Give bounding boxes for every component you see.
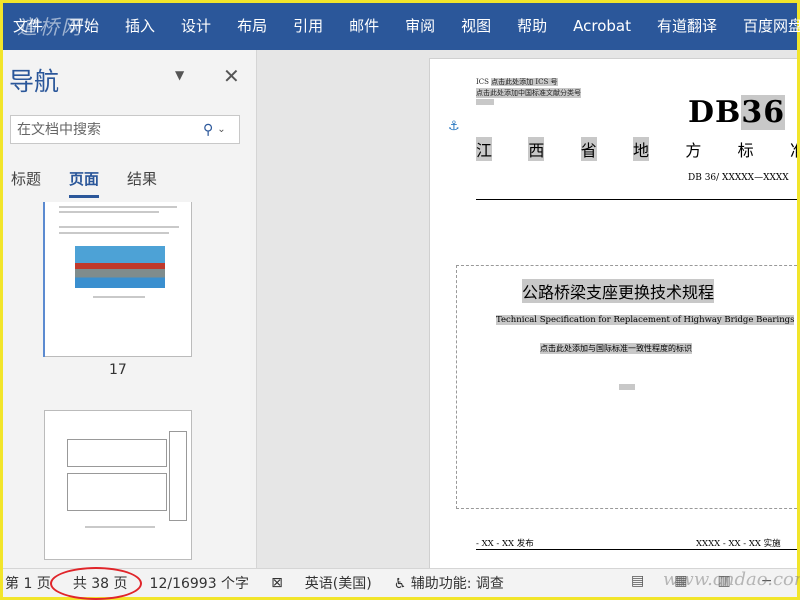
placeholder-mark [619, 384, 635, 390]
status-language[interactable]: 英语(美国) [305, 573, 372, 593]
placeholder-mark [476, 99, 494, 105]
heading-char: 标 [737, 141, 754, 160]
heading-rule [476, 199, 797, 200]
tab-design[interactable]: 设计 [168, 3, 224, 50]
english-title[interactable]: Technical Specification for Replacement … [496, 315, 795, 325]
chinese-title[interactable]: 公路桥梁支座更换技术规程 [522, 279, 715, 303]
heading-char: 方 [685, 141, 702, 160]
implementation-date: XXXX - XX - XX 实施 [696, 539, 781, 549]
accessibility-label: 辅助功能: 调查 [410, 576, 504, 592]
tab-view[interactable]: 视图 [448, 3, 504, 50]
read-mode-icon[interactable]: ▤ [631, 573, 644, 589]
db-heading: DB36 [688, 95, 786, 130]
proofing-icon[interactable]: ⊠ [271, 575, 283, 591]
page-thumbnails: 17 [3, 202, 257, 568]
chevron-down-icon[interactable]: ⌄ [217, 124, 225, 135]
ics-label: ICS [476, 78, 489, 86]
tab-pages[interactable]: 页面 [69, 168, 100, 198]
heading-char: 西 [528, 137, 545, 161]
ics-hint[interactable]: 点击此处添加 ICS 号 [491, 78, 558, 86]
view-buttons: ▤ ▦ ▥ − [631, 573, 772, 589]
tab-baidu-pan[interactable]: 百度网盘 [730, 3, 800, 50]
search-box: ⚲ ⌄ [10, 115, 240, 144]
intl-consistency-hint[interactable]: 点击此处添加与国际标准一致性程度的标识 [540, 343, 692, 354]
page-thumbnail[interactable] [44, 410, 192, 560]
print-layout-icon[interactable]: ▦ [674, 573, 687, 589]
tab-acrobat[interactable]: Acrobat [560, 3, 644, 50]
close-icon[interactable]: ✕ [223, 64, 240, 88]
tab-references[interactable]: 引用 [280, 3, 336, 50]
status-page[interactable]: 第 1 页 [5, 573, 51, 593]
search-icon[interactable]: ⚲ [203, 122, 213, 138]
issue-date: - XX - XX 发布 [476, 539, 534, 549]
standard-number: DB 36/ XXXXX—XXXX [688, 173, 789, 183]
search-input[interactable] [11, 121, 201, 138]
tab-results[interactable]: 结果 [127, 168, 157, 198]
tab-youdao[interactable]: 有道翻译 [644, 3, 730, 50]
thumbnail-image [75, 246, 165, 288]
db-prefix: DB [688, 95, 742, 130]
anchor-icon[interactable]: ⚓ [448, 119, 460, 134]
tab-mailings[interactable]: 邮件 [336, 3, 392, 50]
nav-title: 导航 [9, 67, 60, 96]
chevron-down-icon[interactable]: ▼ [175, 68, 184, 82]
status-word-count[interactable]: 12/16993 个字 [150, 573, 250, 593]
tab-home[interactable]: 开始 [56, 3, 112, 50]
accessibility-status[interactable]: ♿ 辅助功能: 调查 [394, 573, 504, 593]
heading-char: 省 [580, 137, 597, 161]
document-area[interactable]: ICS 点击此处添加 ICS 号 点击此处添加中国标准文献分类号 ⚓ DB36 … [258, 50, 797, 568]
accessibility-icon: ♿ [393, 576, 411, 592]
status-total-pages[interactable]: 共 38 页 [73, 573, 128, 593]
document-page[interactable]: ICS 点击此处添加 ICS 号 点击此处添加中国标准文献分类号 ⚓ DB36 … [429, 58, 797, 568]
nav-tabs: 标题 页面 结果 [11, 168, 185, 198]
tab-headings[interactable]: 标题 [11, 168, 41, 198]
web-layout-icon[interactable]: ▥ [717, 573, 730, 589]
tab-help[interactable]: 帮助 [504, 3, 560, 50]
ics-line: ICS 点击此处添加 ICS 号 [476, 77, 558, 87]
heading-char: 准 [790, 137, 797, 161]
tab-layout[interactable]: 布局 [224, 3, 280, 50]
thumbnail-selection-edge [43, 202, 45, 357]
db-number: 36 [741, 95, 786, 130]
tab-insert[interactable]: 插入 [112, 3, 168, 50]
tab-file[interactable]: 文件 [3, 3, 57, 50]
heading-char: 地 [632, 137, 649, 161]
footer-rule [476, 549, 797, 550]
ribbon: 文件 开始 插入 设计 布局 引用 邮件 审阅 视图 帮助 Acrobat 有道… [3, 3, 800, 50]
zoom-out-icon[interactable]: − [761, 573, 773, 589]
navigation-pane: 导航 ▼ ✕ ⚲ ⌄ 标题 页面 结果 17 [3, 50, 257, 568]
tab-review[interactable]: 审阅 [392, 3, 448, 50]
page-thumbnail[interactable] [44, 202, 192, 357]
heading-char: 江 [476, 137, 493, 161]
thumbnail-page-number: 17 [109, 362, 127, 378]
clc-hint[interactable]: 点击此处添加中国标准文献分类号 [476, 88, 581, 98]
province-standard-heading: 江 西 省 地 方 标 准 [476, 137, 797, 161]
